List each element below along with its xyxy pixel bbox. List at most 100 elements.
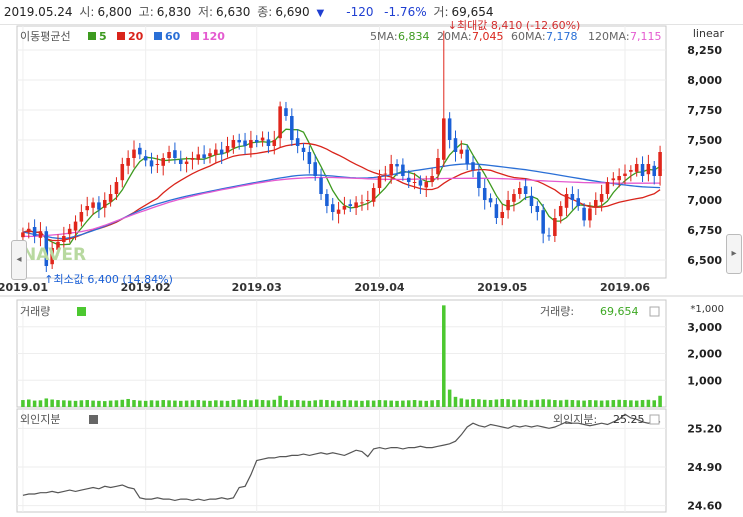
ma-legend-swatch bbox=[191, 32, 199, 40]
candle-body bbox=[243, 140, 247, 146]
volume-bar bbox=[336, 400, 341, 407]
candle-body bbox=[494, 204, 499, 218]
candle-body bbox=[523, 186, 528, 194]
foreign-tick-label: 25.20 bbox=[687, 422, 722, 435]
volume-bar bbox=[202, 400, 206, 407]
volume-bar bbox=[494, 399, 499, 407]
volume-bar bbox=[471, 398, 475, 407]
volume-bar bbox=[21, 400, 25, 407]
candle-body bbox=[395, 164, 399, 167]
candle-body bbox=[594, 200, 598, 207]
volume-panel-value: 69,654 bbox=[600, 305, 639, 318]
candle-body bbox=[161, 158, 165, 166]
volume-legend-swatch bbox=[77, 307, 86, 316]
volume-bar bbox=[219, 400, 224, 407]
volume-close-icon bbox=[649, 306, 660, 317]
x-tick-label: 2019.04 bbox=[354, 281, 404, 294]
volume-bar bbox=[366, 400, 370, 407]
ma-value: 6,834 bbox=[398, 30, 430, 43]
volume-bar bbox=[459, 398, 464, 407]
volume-bar bbox=[477, 399, 481, 407]
volume-bar bbox=[623, 400, 627, 407]
volume-bar bbox=[406, 400, 411, 407]
volume-bar bbox=[576, 400, 581, 407]
volume-bar bbox=[634, 400, 639, 407]
candle-body bbox=[208, 153, 212, 157]
ma-legend-label: 60 bbox=[165, 30, 181, 43]
candle-body bbox=[512, 194, 516, 202]
volume-bar bbox=[640, 400, 645, 407]
volume-panel-title: 거래량 bbox=[20, 305, 50, 318]
volume-bar bbox=[85, 400, 89, 407]
volume-bar bbox=[254, 399, 259, 407]
x-tick-label: 2019.01 bbox=[0, 281, 48, 294]
volume-tick-label: 1,000 bbox=[687, 374, 722, 387]
volume-multiplier: *1,000 bbox=[690, 304, 724, 315]
volume-bar bbox=[102, 401, 107, 407]
volume-bar bbox=[599, 400, 604, 407]
volume-bar bbox=[541, 399, 545, 407]
volume-bar bbox=[143, 400, 148, 407]
volume-bar bbox=[547, 399, 551, 407]
candle-body bbox=[424, 182, 429, 188]
volume-bar bbox=[330, 400, 335, 407]
volume-tick-label: 3,000 bbox=[687, 321, 722, 334]
candle-body bbox=[260, 137, 265, 141]
min-annotation: ↑최소값 6,400 (14.84%) bbox=[44, 273, 173, 286]
volume-bar bbox=[594, 400, 598, 407]
volume-bar bbox=[237, 399, 241, 407]
candle-body bbox=[617, 176, 621, 181]
candle-body bbox=[132, 149, 136, 158]
candle-body bbox=[447, 118, 452, 140]
candle-body bbox=[582, 207, 586, 221]
candle-body bbox=[500, 212, 505, 218]
candle-body bbox=[348, 204, 353, 206]
candle-body bbox=[558, 206, 563, 217]
ma-value-label: 60MA: bbox=[511, 30, 546, 43]
price-tick-label: 6,500 bbox=[687, 254, 722, 267]
volume-bar bbox=[243, 400, 247, 407]
price-tick-label: 8,250 bbox=[687, 44, 722, 57]
candle-body bbox=[102, 200, 107, 208]
candle-body bbox=[196, 154, 201, 160]
volume-bar bbox=[442, 305, 446, 407]
candle-body bbox=[529, 195, 534, 206]
volume-bar bbox=[553, 400, 557, 407]
candle-body bbox=[599, 194, 604, 202]
scroll-left-button[interactable]: ◂ bbox=[11, 240, 27, 280]
candle-body bbox=[611, 178, 616, 181]
volume-bar bbox=[190, 400, 195, 407]
candle-body bbox=[67, 228, 72, 235]
ma-legend-swatch bbox=[88, 32, 96, 40]
candle-body bbox=[272, 140, 277, 146]
candle-body bbox=[658, 152, 662, 176]
chart-panel-frame-1 bbox=[16, 25, 667, 279]
candle-body bbox=[330, 204, 335, 212]
candle-body bbox=[278, 106, 282, 139]
volume-bar bbox=[73, 400, 78, 407]
foreign-tick-label: 24.60 bbox=[687, 500, 722, 513]
price-tick-label: 7,250 bbox=[687, 164, 722, 177]
volume-bar bbox=[132, 400, 136, 407]
candle-body bbox=[634, 164, 639, 172]
ma-value: 7,178 bbox=[546, 30, 578, 43]
volume-bar bbox=[196, 400, 201, 407]
volume-bar bbox=[500, 398, 505, 407]
candle-body bbox=[120, 164, 125, 181]
volume-value-label: 거래량: bbox=[540, 305, 574, 318]
ma-value-label: 20MA: bbox=[437, 30, 472, 43]
price-tick-label: 7,500 bbox=[687, 134, 722, 147]
candle-body bbox=[254, 140, 259, 143]
candle-body bbox=[342, 206, 347, 210]
volume-bar bbox=[126, 398, 130, 407]
x-tick-label: 2019.03 bbox=[232, 281, 282, 294]
volume-bar bbox=[79, 400, 84, 407]
chart-svg: 6,500 6,750 7,000 7,250 7,500 7,750 8,000 8,250… bbox=[0, 19, 743, 513]
candle-body bbox=[430, 176, 434, 182]
volume-bar bbox=[564, 399, 569, 407]
scroll-right-button[interactable]: ▸ bbox=[726, 234, 742, 274]
price-tick-label: 7,750 bbox=[687, 104, 722, 117]
candle-body bbox=[295, 138, 300, 146]
volume-bar bbox=[412, 400, 417, 407]
volume-bar bbox=[307, 400, 312, 407]
